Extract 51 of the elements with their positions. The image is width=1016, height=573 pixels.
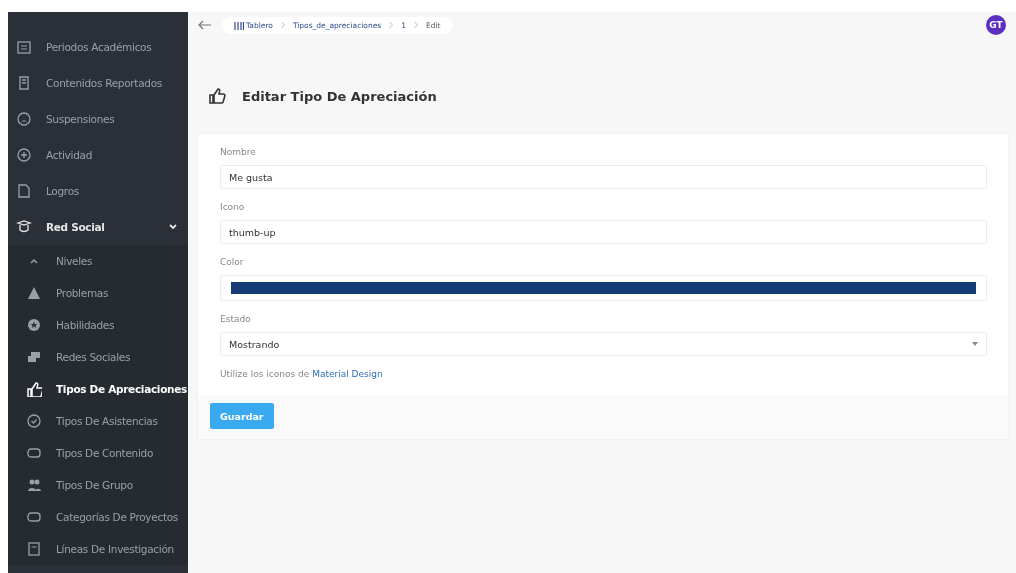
field-label: Nombre (220, 147, 257, 157)
sidebar-item[interactable]: Actividad (8, 137, 188, 173)
sidebar-item[interactable]: Periodos Académicos (8, 29, 188, 65)
sidebar-item[interactable]: Niveles (8, 245, 188, 277)
sidebar-item[interactable]: Habilidades (8, 309, 188, 341)
dropdown-caret-icon (972, 342, 978, 346)
sidebar-item[interactable]: Suspensiones (8, 101, 188, 137)
sad-face-icon (16, 111, 32, 127)
sidebar-item[interactable]: Red Social (8, 209, 188, 245)
people-icon (26, 477, 42, 493)
sidebar-item[interactable]: Contenidos Reportados (8, 65, 188, 101)
sidebar-item[interactable]: Líneas De Investigación (8, 533, 188, 565)
dashboard-icon (234, 20, 244, 30)
hint-text: Utilize los iconos de Material Design (220, 369, 384, 379)
field-label: Color (220, 257, 245, 267)
sidebar-item[interactable]: Problemas (8, 277, 188, 309)
chevron-right-icon (413, 21, 420, 29)
file-icon (16, 183, 32, 199)
star-circle-icon (26, 317, 42, 333)
input-field[interactable]: Me gusta (220, 165, 987, 189)
label-icon (26, 445, 42, 461)
sidebar-item[interactable]: Tipos De Apreciaciones (8, 373, 188, 405)
label-icon (26, 509, 42, 525)
chat-bubbles-icon (26, 349, 42, 365)
thumb-up-icon (208, 87, 228, 105)
document-icon (16, 75, 32, 91)
sidebar-item[interactable]: Logros (8, 173, 188, 209)
color-field[interactable] (220, 275, 987, 301)
chevron-right-icon (388, 21, 395, 29)
book-icon (26, 541, 42, 557)
plus-circle-icon (16, 147, 32, 163)
sidebar-item[interactable]: Redes Sociales (8, 341, 188, 373)
check-circle-icon (26, 413, 42, 429)
sidebar-item[interactable]: Tipos De Grupo (8, 469, 188, 501)
select-field[interactable]: Mostrando (220, 332, 987, 356)
calendar-icon (16, 39, 32, 55)
field-label: Icono (220, 202, 246, 212)
warning-icon (26, 285, 42, 301)
sidebar-item[interactable]: Tipos De Contenido (8, 437, 188, 469)
field-label: Estado (220, 314, 252, 324)
thumb-up-icon (26, 381, 42, 397)
back-arrow-icon (198, 20, 212, 30)
input-field[interactable]: thumb-up (220, 220, 987, 244)
sidebar-item[interactable]: Categorías De Proyectos (8, 501, 188, 533)
chevron-down-icon (168, 222, 178, 232)
user-avatar[interactable]: GT (986, 15, 1006, 35)
page-title: Editar Tipo De Apreciación (242, 88, 437, 104)
material-design-link[interactable]: Material Design (312, 369, 383, 379)
chevron-right-icon (279, 21, 286, 29)
graduation-cap-icon (16, 219, 32, 235)
sidebar-item[interactable]: Tipos De Asistencias (8, 405, 188, 437)
